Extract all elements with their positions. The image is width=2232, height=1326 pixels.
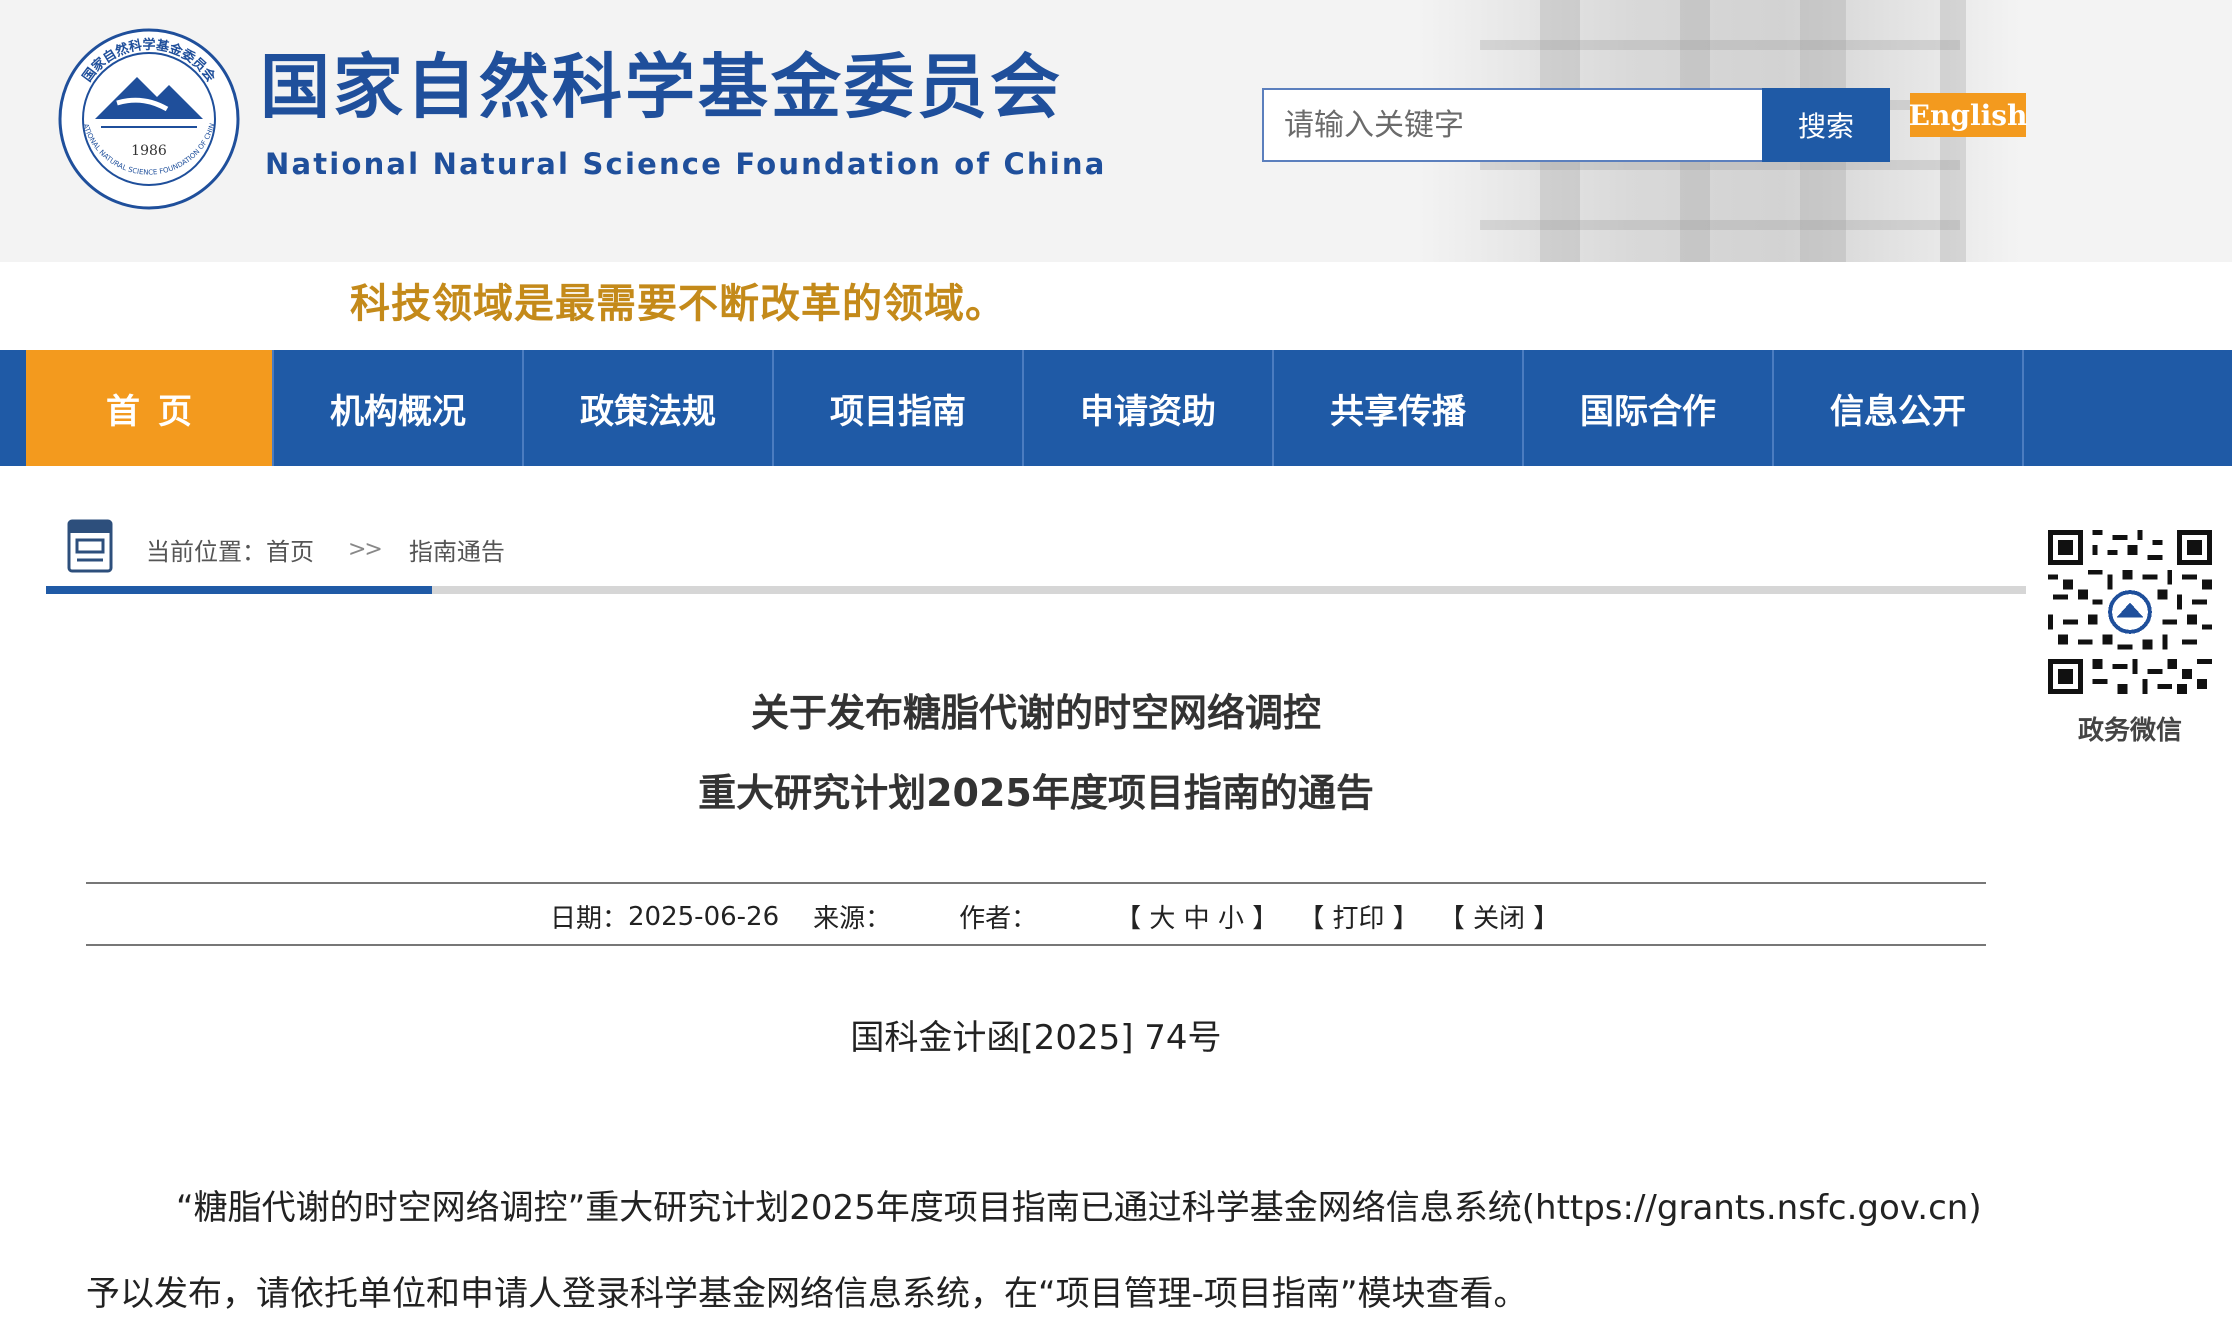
meta-bottom-divider: [86, 944, 1986, 946]
nav-item-apply[interactable]: 申请资助: [1024, 350, 1274, 466]
breadcrumb-prefix: 当前位置：: [146, 538, 266, 566]
font-size-control[interactable]: 【 大 中 小 】: [1115, 898, 1278, 935]
nav-item-home[interactable]: 首页: [26, 350, 274, 466]
nav-item-disclosure[interactable]: 信息公开: [1774, 350, 2024, 466]
search-button[interactable]: 搜索: [1762, 88, 1890, 162]
site-header: 1986 国家自然科学基金委员会 NATIONAL NATURAL SCIENC…: [0, 0, 2232, 262]
english-language-button[interactable]: English: [1909, 93, 2027, 137]
breadcrumb: 当前位置： 首页 >> 指南通告: [146, 532, 505, 567]
date-label: 日期：: [550, 904, 629, 934]
breadcrumb-home-link[interactable]: 首页: [266, 532, 314, 567]
site-title-chinese: 国家自然科学基金委员会: [260, 46, 1063, 128]
article-meta: 日期： 2025-06-26 来源： 作者： 【 大 中 小 】 【 打印 】 …: [86, 898, 1986, 935]
document-icon: [67, 519, 113, 573]
article-title-line-2: 重大研究计划2025年度项目指南的通告: [698, 771, 1374, 815]
breadcrumb-current-link[interactable]: 指南通告: [409, 532, 505, 567]
meta-top-divider: [86, 882, 1986, 884]
nav-item-about[interactable]: 机构概况: [274, 350, 524, 466]
qr-code-label: 政务微信: [2077, 716, 2182, 746]
site-title-english: National Natural Science Foundation of C…: [265, 147, 1107, 181]
author-label: 作者：: [959, 904, 1038, 934]
main-nav: 首页 机构概况 政策法规 项目指南 申请资助 共享传播 国际合作 信息公开: [0, 350, 2232, 466]
close-button[interactable]: 【 关闭 】: [1439, 898, 1560, 935]
nav-item-share[interactable]: 共享传播: [1274, 350, 1524, 466]
article-paragraph-2: 予以发布，请依托单位和申请人登录科学基金网络信息系统，在“项目管理-项目指南”模…: [86, 1274, 1528, 1314]
source-label: 来源：: [813, 904, 892, 934]
article-title-line-1: 关于发布糖脂代谢的时空网络调控: [750, 691, 1321, 735]
breadcrumb-separator: >>: [348, 537, 383, 562]
nsfc-logo-seal[interactable]: 1986 国家自然科学基金委员会 NATIONAL NATURAL SCIENC…: [57, 27, 241, 211]
breadcrumb-divider: [46, 586, 2026, 594]
print-button[interactable]: 【 打印 】: [1298, 898, 1419, 935]
nav-item-policy[interactable]: 政策法规: [524, 350, 774, 466]
article-date: 2025-06-26: [628, 901, 780, 932]
slogan: 科技领域是最需要不断改革的领域。: [350, 281, 1006, 327]
nav-item-international[interactable]: 国际合作: [1524, 350, 1774, 466]
nav-item-guide[interactable]: 项目指南: [774, 350, 1024, 466]
svg-text:1986: 1986: [131, 143, 167, 159]
search-input[interactable]: [1262, 88, 1762, 162]
qr-code: [2048, 530, 2212, 694]
article-paragraph-1: “糖脂代谢的时空网络调控”重大研究计划2025年度项目指南已通过科学基金网络信息…: [176, 1188, 1982, 1228]
document-number: 国科金计函[2025] 74号: [850, 1018, 1222, 1058]
